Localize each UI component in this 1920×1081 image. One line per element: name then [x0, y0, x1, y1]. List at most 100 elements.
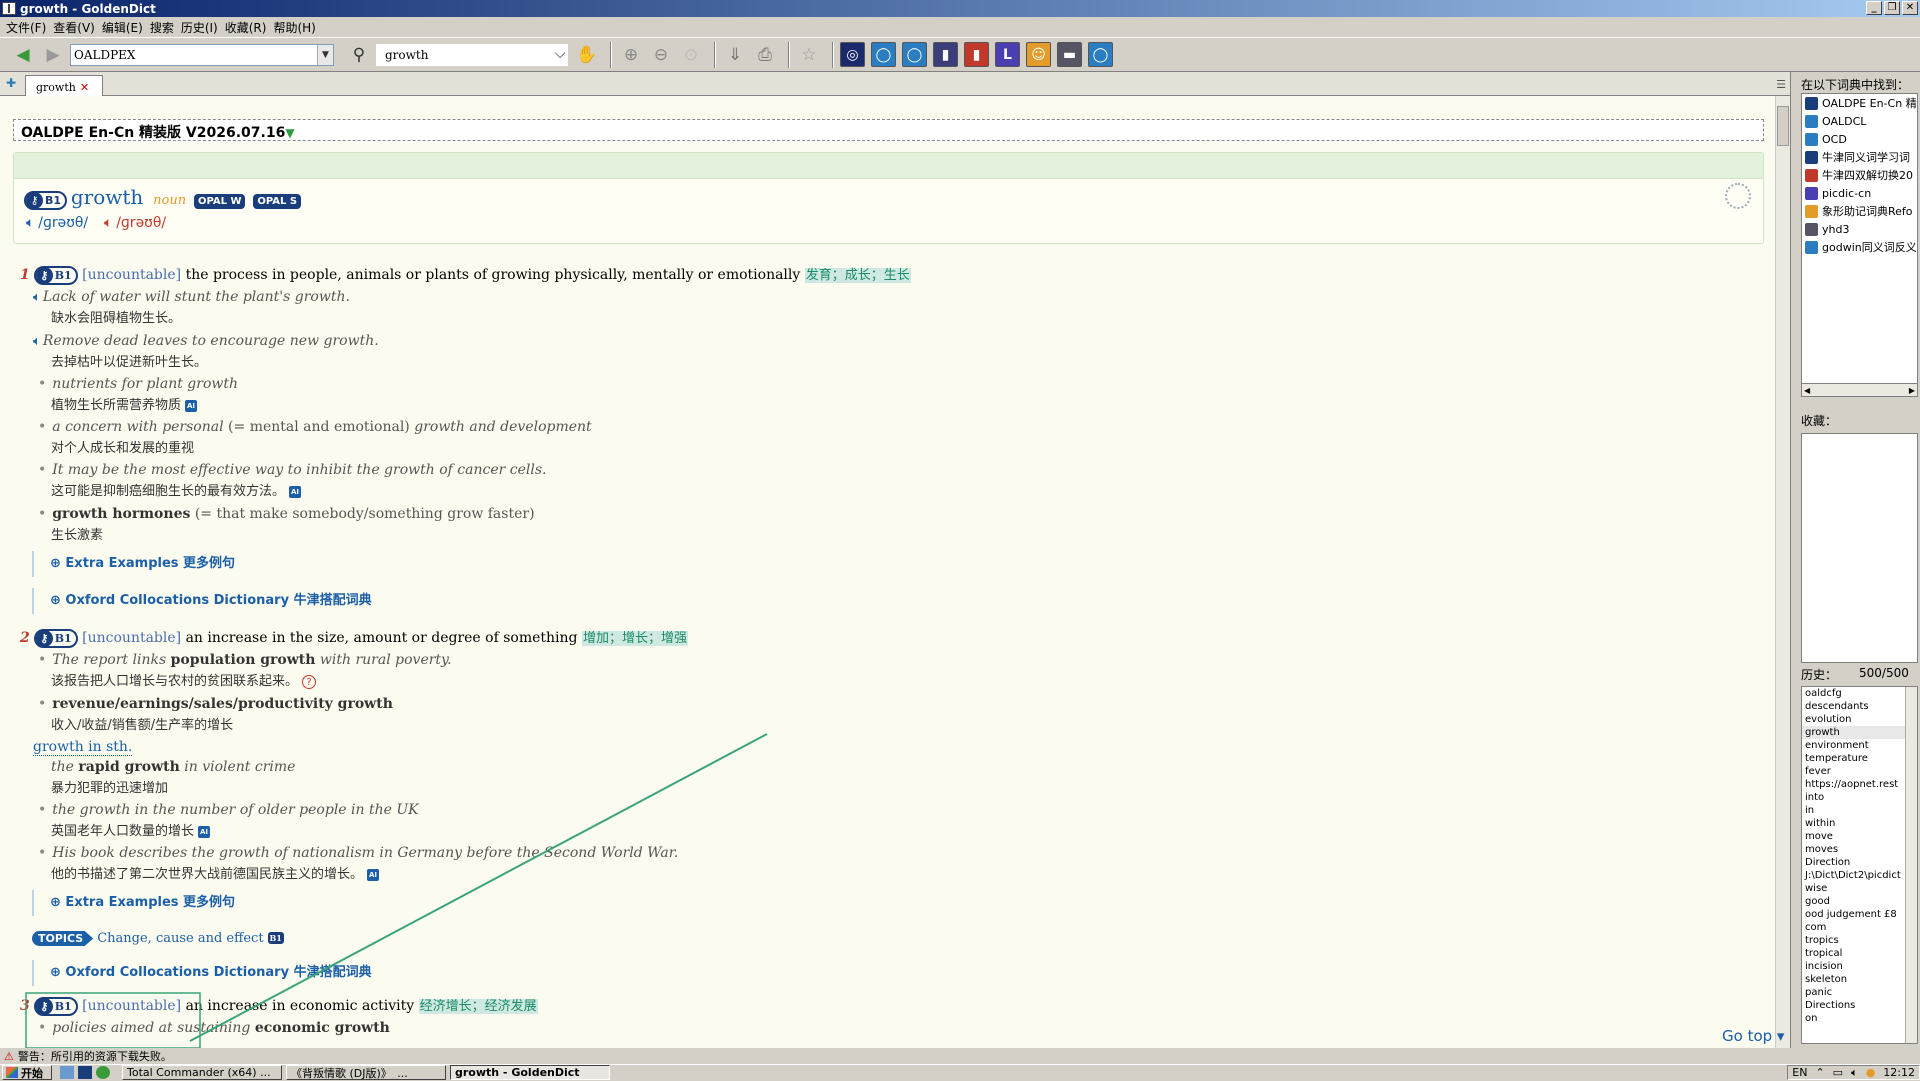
history-item[interactable]: tropical: [1802, 947, 1917, 960]
found-dict-item[interactable]: 象形助记词典Refo: [1802, 202, 1917, 220]
extra-examples-toggle[interactable]: ⊕ Extra Examples 更多例句: [32, 551, 235, 577]
collocations-toggle[interactable]: ⊕ Oxford Collocations Dictionary 牛津搭配词典: [32, 960, 372, 986]
history-item[interactable]: temperature: [1802, 752, 1917, 765]
found-dict-item[interactable]: OALDPE En-Cn 精装: [1802, 94, 1917, 112]
collocations-toggle[interactable]: ⊕ Oxford Collocations Dictionary 牛津搭配词典: [32, 588, 372, 614]
quicklaunch-desktop-icon[interactable]: [60, 1066, 74, 1079]
fingerprint-icon[interactable]: [1725, 183, 1751, 209]
restore-button[interactable]: ❐: [1884, 1, 1900, 15]
minimize-button[interactable]: _: [1866, 1, 1882, 15]
dict-header[interactable]: OALDPE En-Cn 精装版 V2026.07.16▼: [13, 119, 1764, 141]
save-icon[interactable]: ⇓: [722, 42, 748, 68]
group-select[interactable]: OALDPEX ▼: [70, 43, 334, 66]
topic-link[interactable]: Change, cause and effect: [97, 931, 263, 946]
scroll-right-icon[interactable]: ▶: [1909, 386, 1915, 395]
menu-history[interactable]: 历史(I): [179, 19, 223, 36]
history-item[interactable]: panic: [1802, 986, 1917, 999]
history-item[interactable]: incision: [1802, 960, 1917, 973]
task-music-player[interactable]: 《背叛情歌 (DJ版)》_...: [286, 1065, 446, 1080]
history-item[interactable]: J:\Dict\Dict2\picdict: [1802, 869, 1917, 882]
dict-oaldpe-icon[interactable]: ◎: [840, 42, 865, 67]
dict-oaldcl-icon[interactable]: ◯: [871, 42, 896, 67]
history-item[interactable]: descendants: [1802, 700, 1917, 713]
extra-examples-toggle[interactable]: ⊕ Extra Examples 更多例句: [32, 890, 235, 916]
quicklaunch-browser-icon[interactable]: [96, 1066, 110, 1079]
tray-network-icon[interactable]: ▭: [1833, 1066, 1843, 1079]
history-item[interactable]: moves: [1802, 843, 1917, 856]
scan-icon[interactable]: ✋: [574, 42, 600, 68]
found-dict-item[interactable]: yhd3: [1802, 220, 1917, 238]
clock[interactable]: 12:12: [1883, 1066, 1915, 1079]
task-goldendict[interactable]: growth - GoldenDict: [450, 1065, 610, 1080]
quicklaunch-terminal-icon[interactable]: [78, 1066, 92, 1079]
go-top-link[interactable]: Go top ▾: [1722, 1027, 1784, 1045]
new-tab-icon[interactable]: ✚: [6, 76, 16, 90]
menu-file[interactable]: 文件(F): [4, 19, 51, 36]
start-button[interactable]: 开始: [2, 1065, 52, 1080]
zoom-reset-icon[interactable]: ⊙: [678, 42, 704, 68]
history-item[interactable]: environment: [1802, 739, 1917, 752]
speaker-icon[interactable]: 🔈︎: [33, 290, 41, 305]
dict-ocd-icon[interactable]: ◯: [902, 42, 927, 67]
menu-favorites[interactable]: 收藏(R): [223, 19, 272, 36]
tab-growth[interactable]: growth ✕: [25, 75, 103, 96]
question-icon[interactable]: ?: [302, 675, 317, 689]
history-item[interactable]: on: [1802, 1012, 1917, 1025]
found-dict-item[interactable]: picdic-cn: [1802, 184, 1917, 202]
search-input[interactable]: growth ⌵: [376, 43, 568, 66]
menu-help[interactable]: 帮助(H): [271, 19, 320, 36]
tray-volume-icon[interactable]: 🔈︎: [1851, 1066, 1858, 1080]
tray-expand-icon[interactable]: ⌃: [1815, 1066, 1824, 1079]
history-item[interactable]: https://aopnet.rest: [1802, 778, 1917, 791]
found-dict-item[interactable]: OALDCL: [1802, 112, 1917, 130]
history-item[interactable]: fever: [1802, 765, 1917, 778]
history-item[interactable]: into: [1802, 791, 1917, 804]
chevron-down-icon[interactable]: ▼: [317, 44, 333, 65]
article-scrollbar[interactable]: [1775, 96, 1790, 1048]
dict-yhd3-icon[interactable]: ▬: [1057, 42, 1082, 67]
found-dict-item[interactable]: 牛津同义词学习词: [1802, 148, 1917, 166]
history-item[interactable]: ood judgement £8: [1802, 908, 1917, 921]
tab-list-icon[interactable]: ☰: [1776, 78, 1786, 91]
history-item[interactable]: in: [1802, 804, 1917, 817]
tray-app-icon[interactable]: ●: [1866, 1066, 1876, 1079]
zoom-out-icon[interactable]: ⊖: [648, 42, 674, 68]
scrollbar-thumb[interactable]: [1777, 106, 1789, 146]
dict-picdic-icon[interactable]: L: [995, 42, 1020, 67]
speaker-icon[interactable]: 🔈︎: [33, 334, 41, 349]
dict-godwin-icon[interactable]: ◯: [1088, 42, 1113, 67]
history-item[interactable]: Direction: [1802, 856, 1917, 869]
print-icon[interactable]: ⎙: [752, 42, 778, 68]
history-item[interactable]: oaldcfg: [1802, 687, 1917, 700]
history-item[interactable]: skeleton: [1802, 973, 1917, 986]
found-dict-item[interactable]: 牛津四双解切换20: [1802, 166, 1917, 184]
history-item[interactable]: growth: [1802, 726, 1917, 739]
favorite-star-icon[interactable]: ☆: [796, 42, 822, 68]
found-dict-item[interactable]: OCD: [1802, 130, 1917, 148]
history-scrollbar[interactable]: [1905, 687, 1917, 1043]
history-item[interactable]: Directions: [1802, 999, 1917, 1012]
back-icon[interactable]: ◀: [10, 42, 36, 68]
close-tab-icon[interactable]: ✕: [80, 81, 89, 94]
dict-synonym-icon[interactable]: ▮: [933, 42, 958, 67]
menu-view[interactable]: 查看(V): [51, 19, 100, 36]
dict-mnemonic-icon[interactable]: ☺: [1026, 42, 1051, 67]
history-item[interactable]: wise: [1802, 882, 1917, 895]
dict-oxford4-icon[interactable]: ▮: [964, 42, 989, 67]
scroll-left-icon[interactable]: ◀: [1804, 386, 1810, 395]
favorites-pane[interactable]: [1801, 433, 1918, 663]
history-item[interactable]: evolution: [1802, 713, 1917, 726]
task-total-commander[interactable]: Total Commander (x64) ...: [122, 1065, 282, 1080]
forward-icon[interactable]: ▶: [40, 42, 66, 68]
history-item[interactable]: move: [1802, 830, 1917, 843]
history-item[interactable]: good: [1802, 895, 1917, 908]
speaker-us-icon[interactable]: 🔈︎: [104, 215, 112, 231]
history-item[interactable]: within: [1802, 817, 1917, 830]
collapse-triangle-icon[interactable]: ▼: [285, 126, 294, 140]
menu-search[interactable]: 搜索: [148, 19, 179, 36]
close-button[interactable]: ✕: [1902, 1, 1918, 15]
speaker-uk-icon[interactable]: 🔈︎: [26, 215, 34, 231]
search-dropdown-icon[interactable]: ⌵: [552, 43, 568, 64]
dict-list-hscroll[interactable]: ◀ ▶: [1801, 383, 1918, 397]
zoom-in-icon[interactable]: ⊕: [618, 42, 644, 68]
